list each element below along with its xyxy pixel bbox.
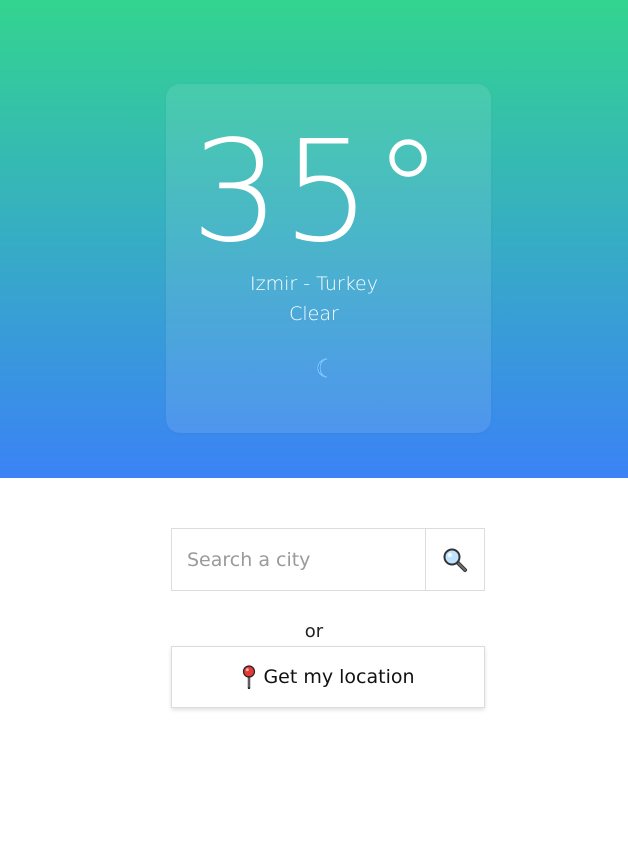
moon-icon	[317, 358, 328, 378]
temperature: 35°	[190, 111, 446, 274]
search-input[interactable]	[171, 528, 425, 591]
weather-condition: Clear	[289, 303, 339, 325]
get-location-label: Get my location	[263, 666, 415, 688]
search-icon	[443, 548, 467, 572]
or-separator: or	[304, 621, 324, 642]
location-name: Izmir - Turkey	[250, 273, 378, 295]
search-button[interactable]	[425, 528, 485, 591]
weather-hero: 35° Izmir - Turkey Clear	[0, 0, 628, 478]
pin-icon	[243, 665, 256, 689]
get-location-button[interactable]: Get my location	[171, 646, 485, 708]
search-bar	[171, 528, 485, 591]
